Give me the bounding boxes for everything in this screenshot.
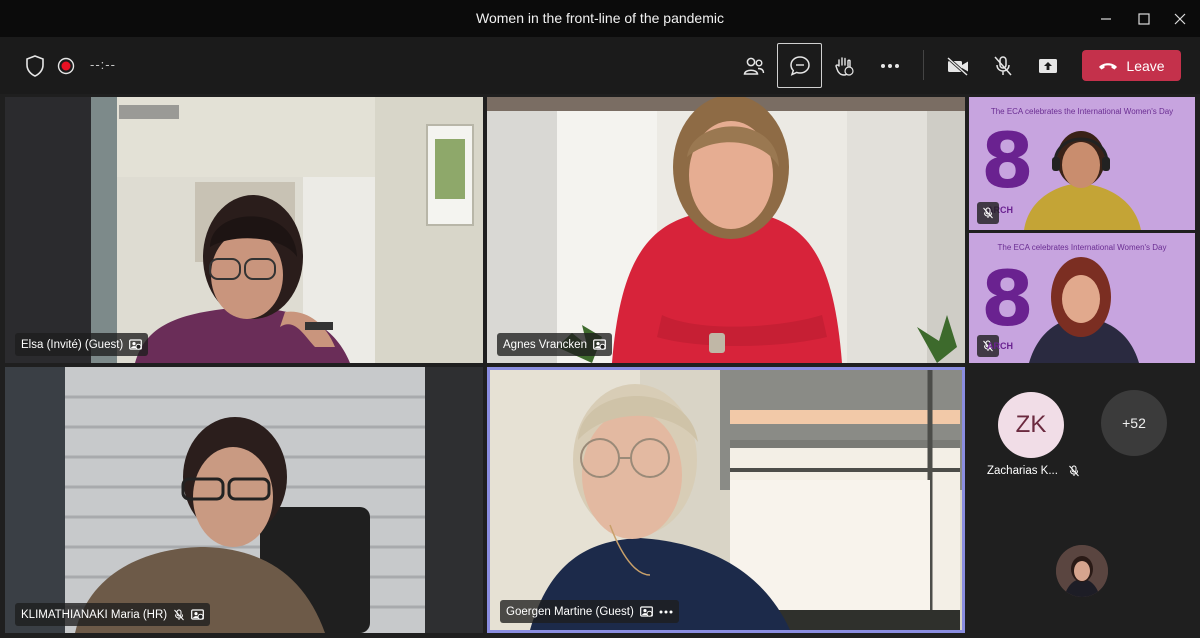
participant-name-chip: Elsa (Invité) (Guest): [15, 333, 149, 356]
mic-off-icon: [983, 207, 993, 219]
meeting-timer: --:--: [90, 57, 116, 72]
minimize-button[interactable]: [1086, 0, 1126, 37]
people-icon: [743, 57, 765, 75]
big-number: 8: [981, 254, 1034, 343]
video-feed: [490, 370, 962, 630]
video-tile-klimathianaki[interactable]: KLIMATHIANAKI Maria (HR): [5, 367, 483, 633]
phone-icon: [1099, 62, 1118, 69]
video-feed: [5, 97, 483, 363]
maximize-button[interactable]: [1124, 0, 1164, 37]
avatar[interactable]: ZK: [998, 392, 1064, 458]
participant-name: Goergen Martine (Guest): [506, 605, 634, 618]
raise-hand-button[interactable]: [829, 51, 859, 81]
mute-indicator: [977, 202, 999, 224]
leave-button[interactable]: Leave: [1082, 50, 1181, 81]
background-effects-icon: [593, 339, 606, 350]
recording-indicator: [53, 53, 79, 79]
more-participants-button[interactable]: +52: [1101, 390, 1167, 456]
window-title: Women in the front-line of the pandemic: [476, 10, 724, 26]
self-view[interactable]: [1056, 545, 1108, 597]
maximize-icon: [1138, 12, 1150, 25]
side-banner: The ECA celebrates the International Wom…: [990, 107, 1174, 116]
video-feed: [487, 97, 965, 363]
avatar-name-row: Zacharias K...: [987, 465, 1080, 477]
video-tile-side-1[interactable]: The ECA celebrates the International Wom…: [969, 97, 1195, 230]
mic-toggle-button[interactable]: [988, 51, 1018, 81]
meeting-info-button[interactable]: [22, 53, 48, 79]
mic-off-icon: [1069, 465, 1079, 477]
side-banner: The ECA celebrates International Women's…: [997, 243, 1167, 252]
video-tile-elsa[interactable]: Elsa (Invité) (Guest): [5, 97, 483, 363]
participant-name-chip: Agnes Vrancken: [497, 333, 612, 356]
mic-off-icon: [174, 609, 184, 620]
participant-name-chip: Goergen Martine (Guest): [500, 600, 679, 623]
participant-name: Agnes Vrancken: [503, 338, 587, 351]
share-icon: [1039, 59, 1057, 73]
avatar-name: Zacharias K...: [987, 465, 1058, 477]
video-tile-agnes[interactable]: Agnes Vrancken: [487, 97, 965, 363]
banner-sub: ARCH: [987, 341, 1013, 351]
title-bar: Women in the front-line of the pandemic: [0, 0, 1200, 37]
more-options-icon[interactable]: [659, 610, 673, 614]
meeting-toolbar: --:-- Leave: [0, 37, 1200, 94]
video-feed: [5, 367, 483, 633]
close-icon: [1174, 13, 1186, 24]
shield-icon: [26, 55, 44, 77]
background-effects-icon: [129, 339, 143, 350]
toolbar-divider: [923, 50, 924, 80]
video-tile-side-2[interactable]: The ECA celebrates International Women's…: [969, 233, 1195, 363]
video-tile-goergen[interactable]: Goergen Martine (Guest): [487, 367, 965, 633]
more-icon: [881, 64, 899, 68]
participant-name: KLIMATHIANAKI Maria (HR): [21, 608, 168, 621]
camera-toggle-button[interactable]: [943, 51, 973, 81]
share-screen-button[interactable]: [1033, 51, 1063, 81]
chat-button[interactable]: [777, 43, 822, 88]
big-number: 8: [981, 116, 1034, 205]
chat-icon: [789, 55, 810, 76]
raise-hand-icon: [835, 57, 854, 76]
more-actions-button[interactable]: [875, 51, 905, 81]
record-icon: [57, 57, 75, 75]
participant-name: Elsa (Invité) (Guest): [21, 338, 124, 351]
close-button[interactable]: [1160, 0, 1200, 37]
participants-button[interactable]: [738, 51, 770, 81]
participant-name-chip: KLIMATHIANAKI Maria (HR): [15, 603, 211, 626]
camera-off-icon: [946, 56, 969, 76]
mic-off-icon: [994, 56, 1012, 76]
background-effects-icon: [639, 606, 653, 617]
background-effects-icon: [191, 609, 205, 620]
self-view-feed: [1056, 545, 1108, 597]
minimize-icon: [1101, 17, 1111, 20]
leave-label: Leave: [1126, 57, 1165, 74]
